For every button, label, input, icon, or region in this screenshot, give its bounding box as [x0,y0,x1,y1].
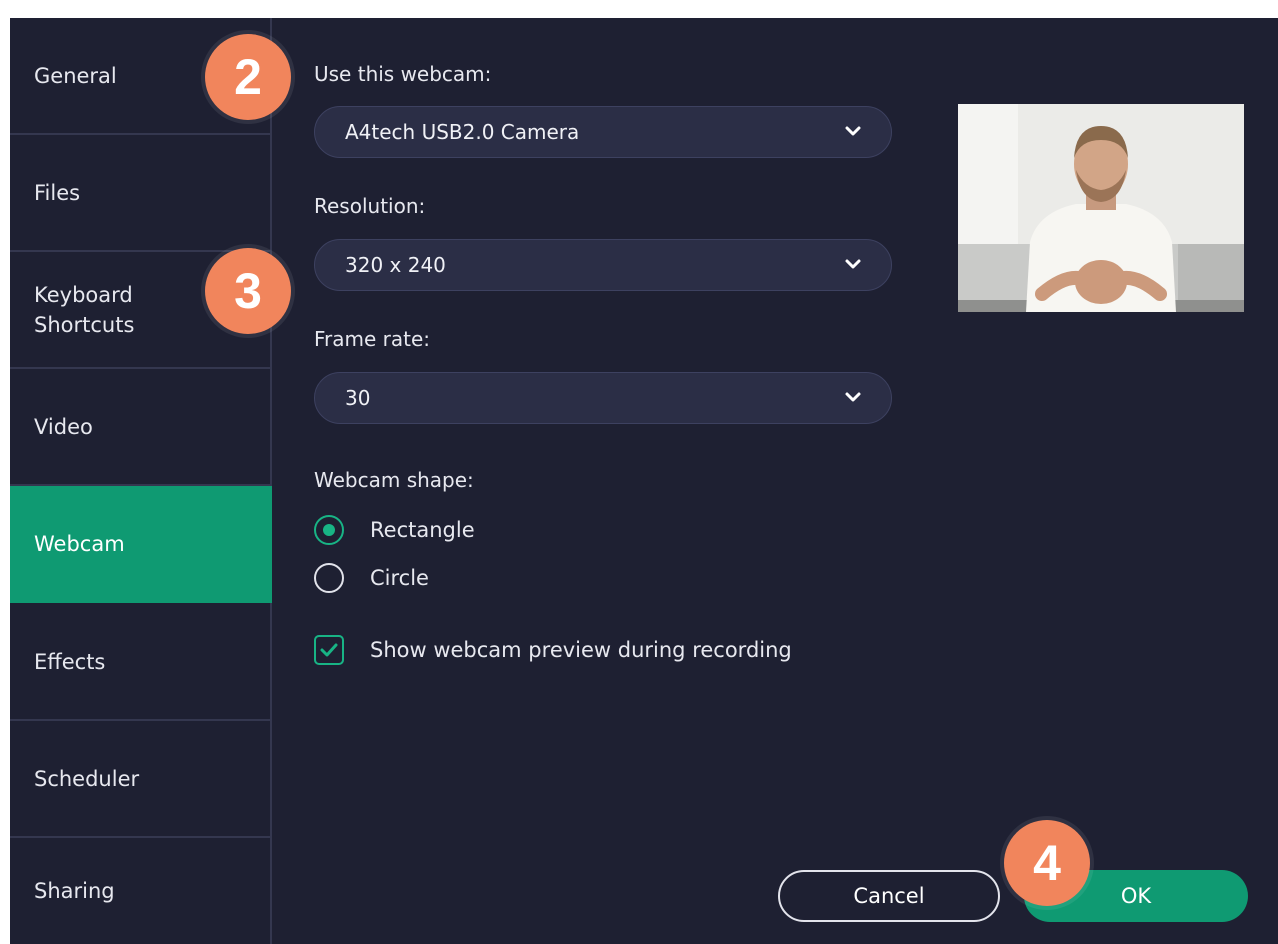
settings-sidebar: General Files Keyboard Shortcuts Video W… [10,18,272,944]
preview-checkbox-label: Show webcam preview during recording [370,638,792,662]
sidebar-item-label: Webcam [34,531,125,556]
preview-checkbox[interactable] [314,635,344,665]
sidebar-item-video[interactable]: Video [10,369,272,486]
sidebar-item-webcam[interactable]: Webcam [10,486,272,603]
sidebar-item-label: Files [34,180,81,205]
resolution-select[interactable]: 320 x 240 [314,239,892,291]
show-preview-option[interactable]: Show webcam preview during recording [314,635,792,665]
radio-button-checked[interactable] [314,515,344,545]
radio-label: Circle [370,566,429,590]
webcam-preview [958,104,1244,312]
webcam-shape-label: Webcam shape: [314,468,474,492]
resolution-select-value: 320 x 240 [345,253,446,277]
sidebar-item-label: Sharing [34,879,115,903]
frame-rate-label: Frame rate: [314,327,431,351]
sidebar-item-files[interactable]: Files [10,135,272,252]
step-badge-4: 4 [1004,820,1090,906]
chevron-down-icon [845,259,861,269]
shape-option-circle[interactable]: Circle [314,563,429,593]
step-badge-3: 3 [205,248,291,334]
sidebar-item-scheduler[interactable]: Scheduler [10,721,272,838]
preferences-window: General Files Keyboard Shortcuts Video W… [10,18,1278,944]
frame-rate-select[interactable]: 30 [314,372,892,424]
checkmark-icon [320,643,338,657]
radio-label: Rectangle [370,518,475,542]
radio-button[interactable] [314,563,344,593]
sidebar-item-sharing[interactable]: Sharing [10,838,272,944]
sidebar-item-label: Effects [34,649,106,674]
sidebar-item-label: Video [34,414,93,439]
sidebar-item-effects[interactable]: Effects [10,604,272,721]
sidebar-item-label: Scheduler [34,766,140,791]
chevron-down-icon [845,126,861,136]
shape-option-rectangle[interactable]: Rectangle [314,515,475,545]
frame-rate-select-value: 30 [345,386,371,410]
webcam-select-value: A4tech USB2.0 Camera [345,120,580,144]
webcam-label: Use this webcam: [314,62,492,86]
sidebar-item-label: Keyboard Shortcuts [34,282,135,337]
webcam-preview-image [958,104,1244,312]
sidebar-item-label: General [34,63,117,88]
chevron-down-icon [845,392,861,402]
webcam-select[interactable]: A4tech USB2.0 Camera [314,106,892,158]
cancel-button[interactable]: Cancel [778,870,1000,922]
step-badge-2: 2 [205,34,291,120]
resolution-label: Resolution: [314,194,426,218]
